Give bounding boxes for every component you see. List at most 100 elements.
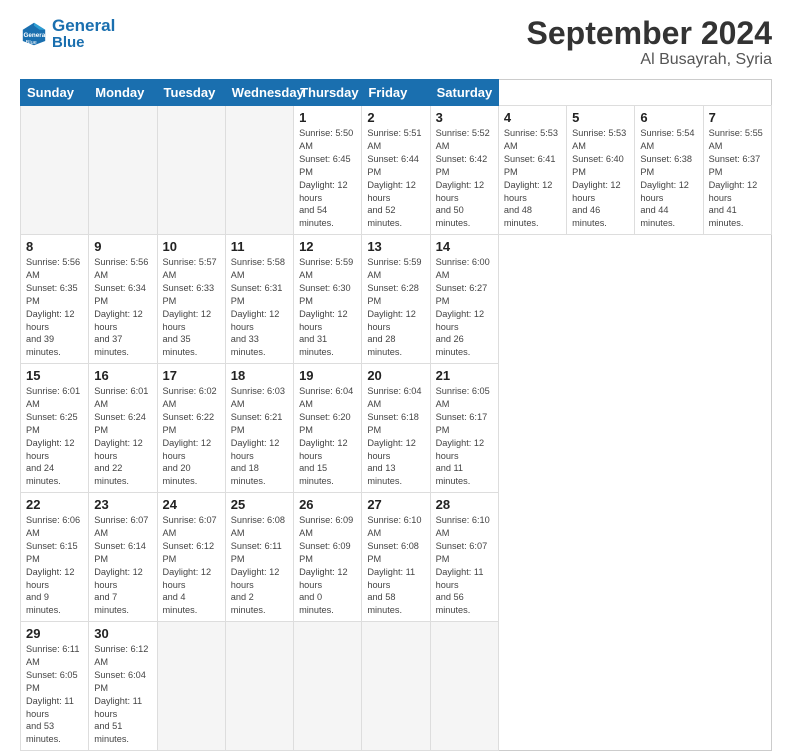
- calendar-cell: 6 Sunrise: 5:54 AMSunset: 6:38 PMDaylight…: [635, 106, 703, 235]
- calendar-cell: 29 Sunrise: 6:11 AMSunset: 6:05 PMDayligh…: [21, 622, 89, 751]
- cell-details: Sunrise: 6:11 AMSunset: 6:05 PMDaylight:…: [26, 643, 83, 746]
- day-number: 19: [299, 368, 356, 383]
- weekday-header-friday: Friday: [362, 80, 430, 106]
- cell-details: Sunrise: 6:12 AMSunset: 6:04 PMDaylight:…: [94, 643, 151, 746]
- logo-text: General: [52, 16, 115, 36]
- calendar-cell: [21, 106, 89, 235]
- calendar-cell: 12 Sunrise: 5:59 AMSunset: 6:30 PMDayligh…: [294, 235, 362, 364]
- header: General Blue General Blue September 2024…: [20, 16, 772, 69]
- calendar-cell: 21Sunrise: 6:05 AMSunset: 6:17 PMDayligh…: [430, 364, 498, 493]
- day-number: 18: [231, 368, 288, 383]
- cell-details: Sunrise: 5:59 AMSunset: 6:28 PMDaylight:…: [367, 256, 424, 359]
- calendar-table: SundayMondayTuesdayWednesdayThursdayFrid…: [20, 79, 772, 751]
- day-number: 13: [367, 239, 424, 254]
- page: General Blue General Blue September 2024…: [0, 0, 792, 612]
- day-number: 6: [640, 110, 697, 125]
- month-title: September 2024: [527, 16, 772, 51]
- calendar-cell: [362, 622, 430, 751]
- calendar-cell: 27Sunrise: 6:10 AMSunset: 6:08 PMDayligh…: [362, 493, 430, 622]
- weekday-header-saturday: Saturday: [430, 80, 498, 106]
- day-number: 15: [26, 368, 83, 383]
- cell-details: Sunrise: 6:10 AMSunset: 6:07 PMDaylight:…: [436, 514, 493, 617]
- day-number: 29: [26, 626, 83, 641]
- calendar-cell: [89, 106, 157, 235]
- day-number: 24: [163, 497, 220, 512]
- calendar-cell: 28 Sunrise: 6:10 AMSunset: 6:07 PMDayligh…: [430, 493, 498, 622]
- day-number: 30: [94, 626, 151, 641]
- cell-details: Sunrise: 6:04 AMSunset: 6:18 PMDaylight:…: [367, 385, 424, 488]
- cell-details: Sunrise: 6:03 AMSunset: 6:21 PMDaylight:…: [231, 385, 288, 488]
- calendar-cell: [157, 106, 225, 235]
- cell-details: Sunrise: 5:57 AMSunset: 6:33 PMDaylight:…: [163, 256, 220, 359]
- cell-details: Sunrise: 6:01 AMSunset: 6:24 PMDaylight:…: [94, 385, 151, 488]
- calendar-cell: 3Sunrise: 5:52 AMSunset: 6:42 PMDaylight…: [430, 106, 498, 235]
- calendar-cell: 8 Sunrise: 5:56 AMSunset: 6:35 PMDaylight…: [21, 235, 89, 364]
- calendar-cell: 20 Sunrise: 6:04 AMSunset: 6:18 PMDayligh…: [362, 364, 430, 493]
- calendar-cell: [157, 622, 225, 751]
- cell-details: Sunrise: 5:54 AMSunset: 6:38 PMDaylight:…: [640, 127, 697, 230]
- cell-details: Sunrise: 6:08 AMSunset: 6:11 PMDaylight:…: [231, 514, 288, 617]
- calendar-cell: 22 Sunrise: 6:06 AMSunset: 6:15 PMDayligh…: [21, 493, 89, 622]
- calendar-week-3: 22 Sunrise: 6:06 AMSunset: 6:15 PMDayligh…: [21, 493, 772, 622]
- cell-details: Sunrise: 5:56 AMSunset: 6:34 PMDaylight:…: [94, 256, 151, 359]
- day-number: 12: [299, 239, 356, 254]
- cell-details: Sunrise: 6:06 AMSunset: 6:15 PMDaylight:…: [26, 514, 83, 617]
- calendar-cell: 26 Sunrise: 6:09 AMSunset: 6:09 PMDayligh…: [294, 493, 362, 622]
- day-number: 10: [163, 239, 220, 254]
- calendar-cell: 11Sunrise: 5:58 AMSunset: 6:31 PMDayligh…: [225, 235, 293, 364]
- calendar-cell: [225, 106, 293, 235]
- calendar-cell: 7Sunrise: 5:55 AMSunset: 6:37 PMDaylight…: [703, 106, 771, 235]
- calendar-week-0: 1 Sunrise: 5:50 AMSunset: 6:45 PMDaylight…: [21, 106, 772, 235]
- svg-text:General: General: [24, 32, 48, 39]
- day-number: 3: [436, 110, 493, 125]
- cell-details: Sunrise: 6:01 AMSunset: 6:25 PMDaylight:…: [26, 385, 83, 488]
- cell-details: Sunrise: 5:59 AMSunset: 6:30 PMDaylight:…: [299, 256, 356, 359]
- weekday-header-sunday: Sunday: [21, 80, 89, 106]
- weekday-header-row: SundayMondayTuesdayWednesdayThursdayFrid…: [21, 80, 772, 106]
- logo: General Blue General Blue: [20, 16, 115, 52]
- day-number: 28: [436, 497, 493, 512]
- cell-details: Sunrise: 6:02 AMSunset: 6:22 PMDaylight:…: [163, 385, 220, 488]
- day-number: 25: [231, 497, 288, 512]
- cell-details: Sunrise: 6:09 AMSunset: 6:09 PMDaylight:…: [299, 514, 356, 617]
- day-number: 8: [26, 239, 83, 254]
- calendar-cell: 2Sunrise: 5:51 AMSunset: 6:44 PMDaylight…: [362, 106, 430, 235]
- calendar-cell: 9Sunrise: 5:56 AMSunset: 6:34 PMDaylight…: [89, 235, 157, 364]
- calendar-cell: 19Sunrise: 6:04 AMSunset: 6:20 PMDayligh…: [294, 364, 362, 493]
- day-number: 26: [299, 497, 356, 512]
- day-number: 2: [367, 110, 424, 125]
- day-number: 14: [436, 239, 493, 254]
- cell-details: Sunrise: 6:07 AMSunset: 6:12 PMDaylight:…: [163, 514, 220, 617]
- calendar-cell: 15 Sunrise: 6:01 AMSunset: 6:25 PMDayligh…: [21, 364, 89, 493]
- calendar-week-2: 15 Sunrise: 6:01 AMSunset: 6:25 PMDayligh…: [21, 364, 772, 493]
- day-number: 23: [94, 497, 151, 512]
- day-number: 17: [163, 368, 220, 383]
- day-number: 20: [367, 368, 424, 383]
- calendar-cell: 30 Sunrise: 6:12 AMSunset: 6:04 PMDayligh…: [89, 622, 157, 751]
- cell-details: Sunrise: 5:56 AMSunset: 6:35 PMDaylight:…: [26, 256, 83, 359]
- title-block: September 2024 Al Busayrah, Syria: [527, 16, 772, 69]
- calendar-cell: 4 Sunrise: 5:53 AMSunset: 6:41 PMDaylight…: [498, 106, 566, 235]
- cell-details: Sunrise: 6:10 AMSunset: 6:08 PMDaylight:…: [367, 514, 424, 617]
- weekday-header-monday: Monday: [89, 80, 157, 106]
- logo-subtext: Blue: [52, 34, 115, 52]
- cell-details: Sunrise: 5:50 AMSunset: 6:45 PMDaylight:…: [299, 127, 356, 230]
- calendar-cell: 23Sunrise: 6:07 AMSunset: 6:14 PMDayligh…: [89, 493, 157, 622]
- day-number: 21: [436, 368, 493, 383]
- cell-details: Sunrise: 5:58 AMSunset: 6:31 PMDaylight:…: [231, 256, 288, 359]
- weekday-header-thursday: Thursday: [294, 80, 362, 106]
- day-number: 4: [504, 110, 561, 125]
- calendar-cell: [294, 622, 362, 751]
- cell-details: Sunrise: 5:53 AMSunset: 6:40 PMDaylight:…: [572, 127, 629, 230]
- calendar-cell: 17 Sunrise: 6:02 AMSunset: 6:22 PMDayligh…: [157, 364, 225, 493]
- cell-details: Sunrise: 6:00 AMSunset: 6:27 PMDaylight:…: [436, 256, 493, 359]
- calendar-cell: 18 Sunrise: 6:03 AMSunset: 6:21 PMDayligh…: [225, 364, 293, 493]
- day-number: 22: [26, 497, 83, 512]
- calendar-cell: 13 Sunrise: 5:59 AMSunset: 6:28 PMDayligh…: [362, 235, 430, 364]
- location-subtitle: Al Busayrah, Syria: [527, 51, 772, 69]
- calendar-cell: [430, 622, 498, 751]
- svg-text:Blue: Blue: [26, 40, 37, 46]
- day-number: 1: [299, 110, 356, 125]
- calendar-cell: [225, 622, 293, 751]
- cell-details: Sunrise: 5:53 AMSunset: 6:41 PMDaylight:…: [504, 127, 561, 230]
